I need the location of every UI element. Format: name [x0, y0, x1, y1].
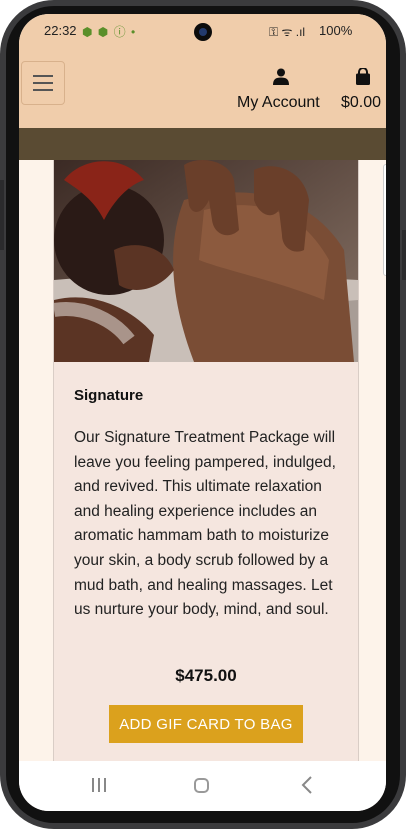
site-header: My Account $0.00	[19, 44, 386, 128]
battery-level: 100%	[319, 23, 353, 38]
shopping-bag-link[interactable]: $0.00	[341, 68, 385, 112]
shopping-bag-icon	[356, 68, 370, 85]
product-description: Our Signature Treatment Package will lea…	[74, 429, 336, 619]
scrollbar[interactable]	[383, 164, 386, 276]
hamburger-icon-line	[33, 82, 53, 84]
notification-icons: ⬢ ⬢ ⓘ •	[82, 25, 137, 39]
power-button	[402, 230, 406, 280]
volume-button	[0, 180, 4, 250]
camera-icon	[194, 23, 212, 41]
screen: 22:32 ⬢ ⬢ ⓘ • ⚿ ᯤ .ıl 100% My Account $0…	[19, 14, 386, 811]
my-account-label: My Account	[237, 94, 320, 111]
add-gift-card-to-bag-button[interactable]: ADD GIF CARD TO BAG	[109, 705, 303, 743]
product-card: Signature Our Signature Treatment Packag…	[53, 160, 359, 811]
hamburger-icon-line	[33, 89, 53, 91]
connectivity-icons: ⚿ ᯤ .ıl	[269, 25, 306, 39]
product-image	[54, 160, 358, 362]
my-account-link[interactable]: My Account	[237, 68, 327, 112]
user-icon	[273, 68, 289, 85]
android-nav-bar	[19, 761, 386, 811]
menu-toggle-button[interactable]	[21, 61, 65, 105]
home-icon[interactable]	[194, 778, 209, 793]
hamburger-icon	[33, 75, 53, 77]
bag-total: $0.00	[341, 94, 382, 111]
status-bar: 22:32 ⬢ ⬢ ⓘ • ⚿ ᯤ .ıl 100%	[19, 14, 386, 44]
product-title: Signature	[74, 387, 144, 404]
status-time: 22:32	[44, 23, 77, 38]
delivery-banner	[19, 128, 386, 160]
recent-apps-icon[interactable]	[91, 778, 107, 792]
back-icon[interactable]	[301, 776, 313, 794]
product-price: $475.00	[175, 666, 237, 685]
